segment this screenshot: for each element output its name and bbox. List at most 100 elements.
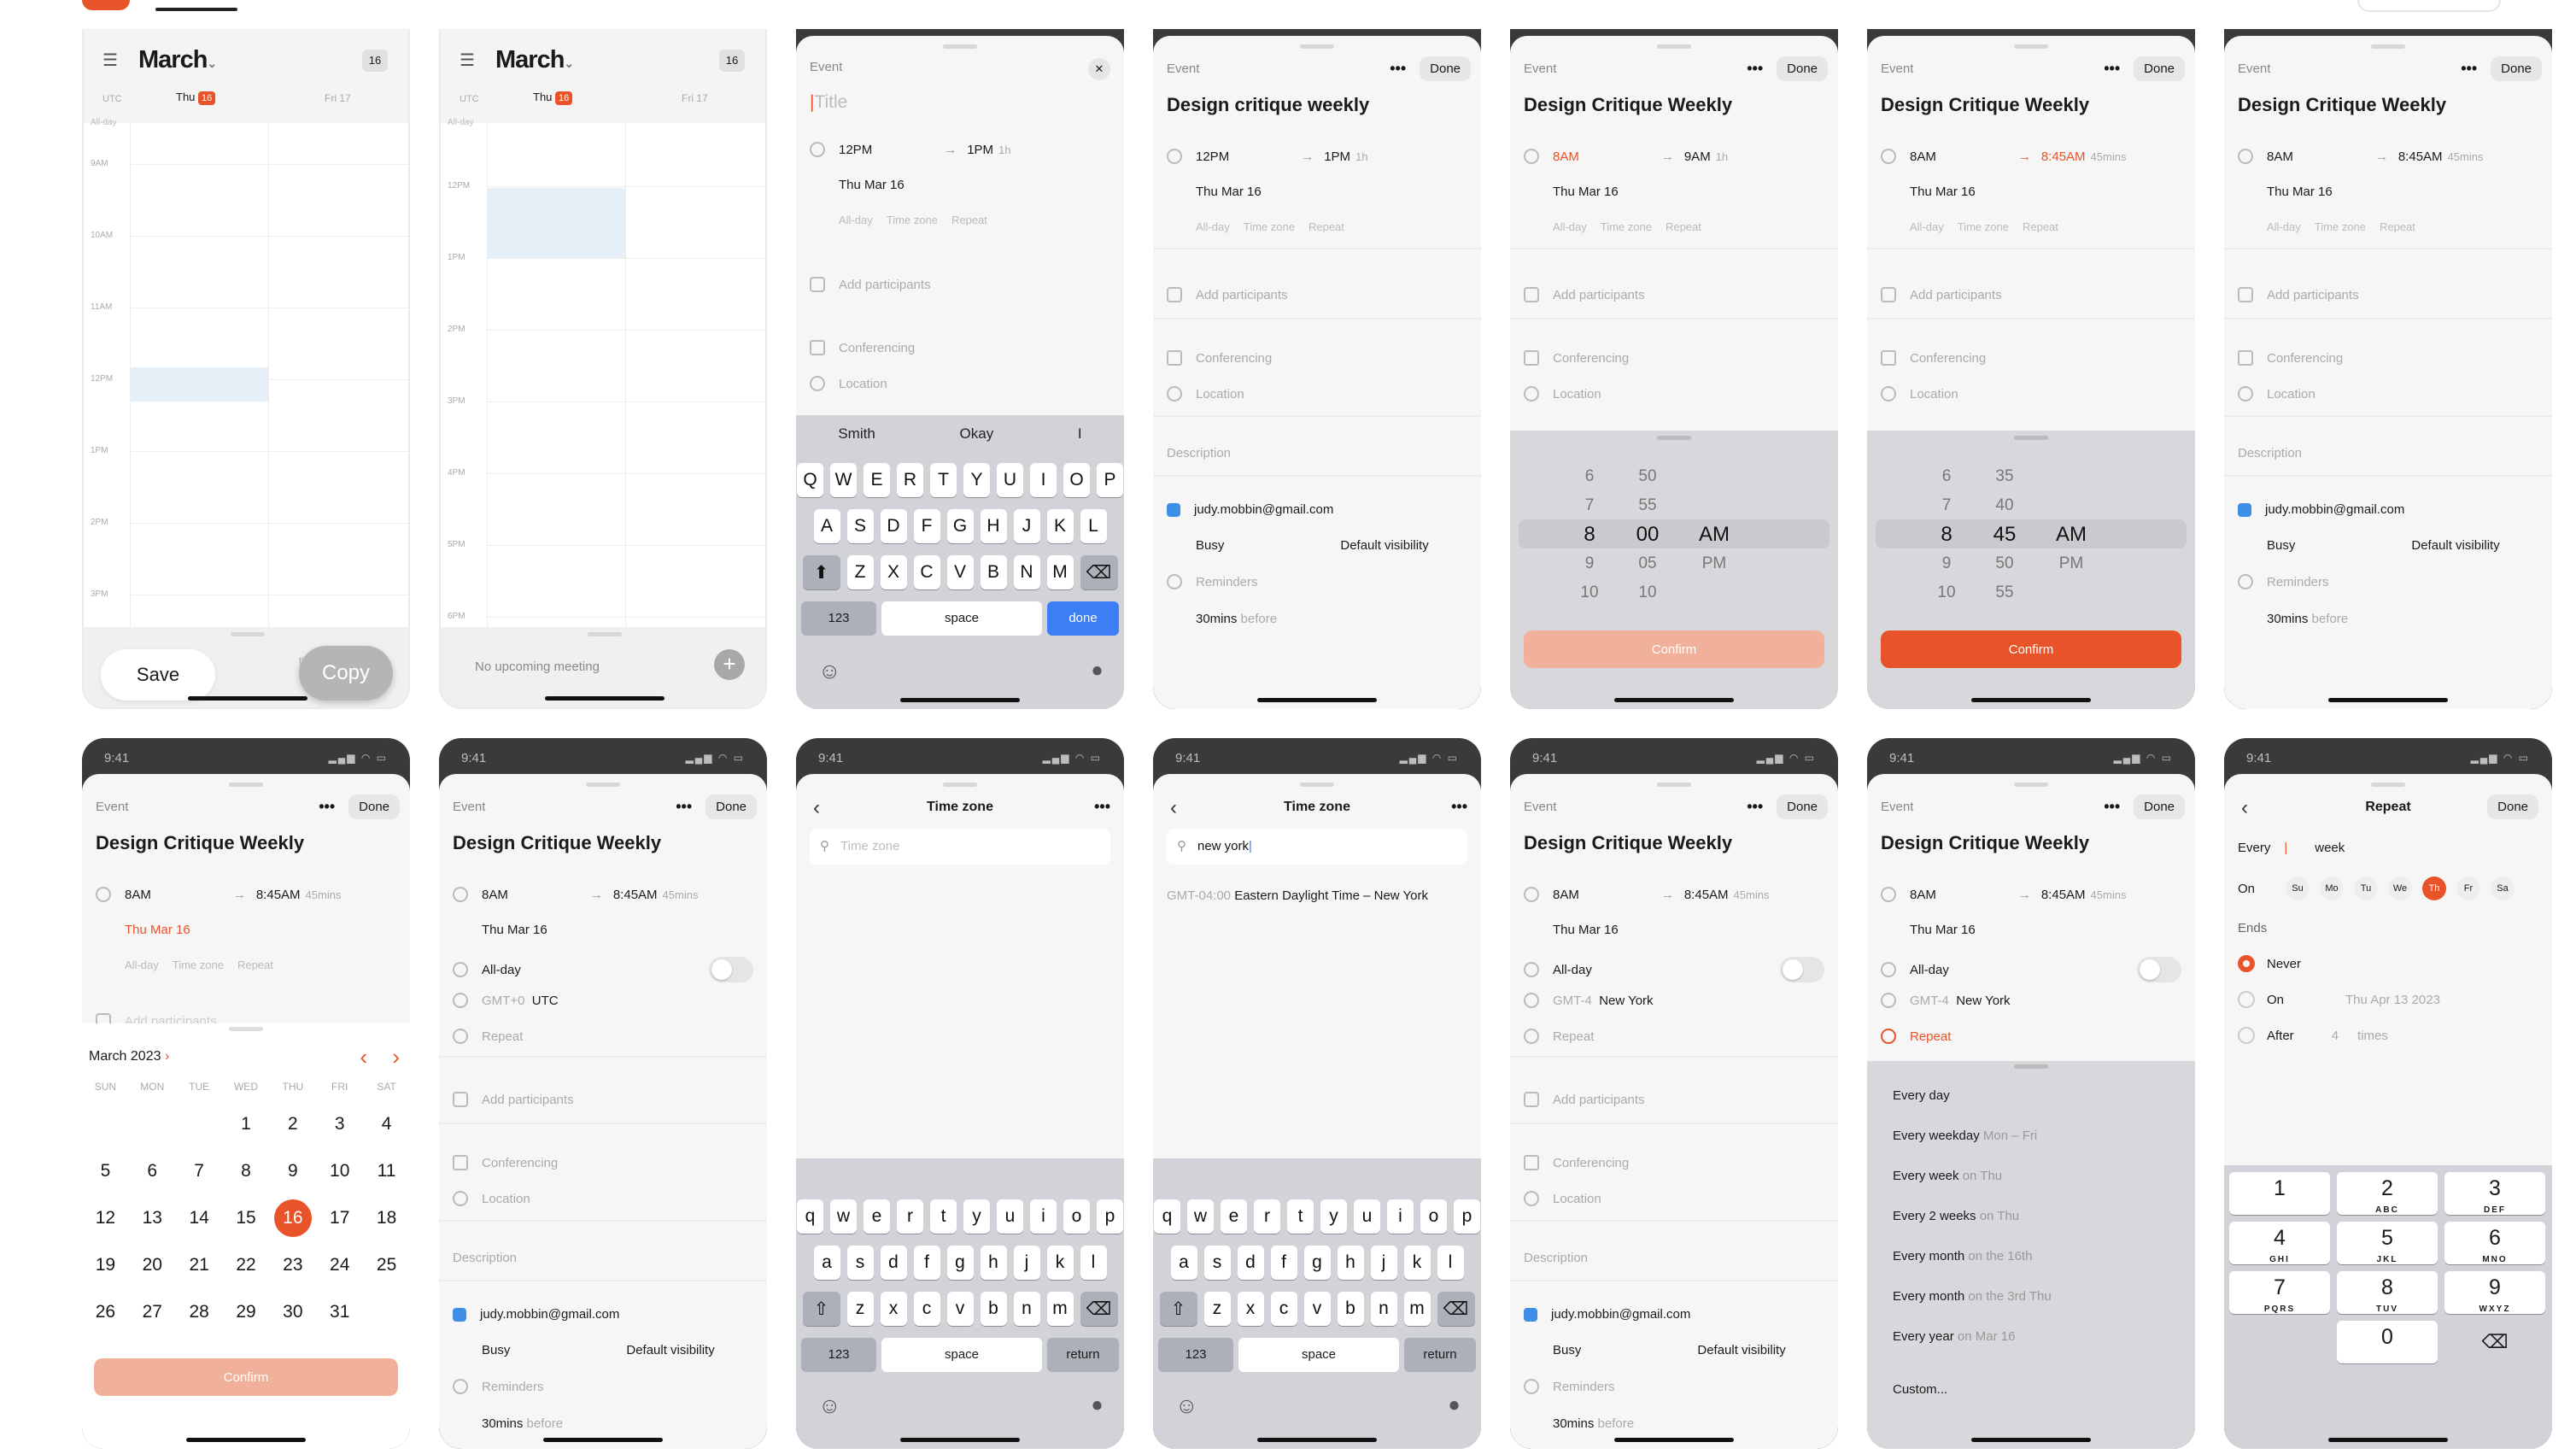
shift-key[interactable]: ⬆ xyxy=(802,555,840,589)
digit-key-5[interactable]: 5 JKL xyxy=(2337,1222,2438,1264)
start-time[interactable]: 8AM xyxy=(1553,150,1579,164)
event-title[interactable]: Design Critique Weekly xyxy=(1524,94,1732,116)
done-button[interactable]: Done xyxy=(2134,794,2185,819)
today-badge[interactable]: 16 xyxy=(719,50,745,72)
time-picker[interactable]: 6 7 8 9 10 35 40 45 50 55 AM PM Confirm xyxy=(1867,431,2195,709)
calendar-account[interactable]: judy.mobbin@gmail.com xyxy=(1194,502,1333,517)
calendar-day[interactable]: 11 xyxy=(363,1147,410,1194)
picker-hour[interactable]: 9 xyxy=(1925,550,1968,577)
key-f[interactable]: F xyxy=(913,509,940,543)
backspace-key[interactable]: ⌫ xyxy=(2444,1321,2545,1363)
key-a[interactable]: a xyxy=(1170,1246,1197,1280)
key-y[interactable]: y xyxy=(963,1199,990,1234)
calendar-day[interactable]: 18 xyxy=(363,1194,410,1241)
menu-icon[interactable]: ☰ xyxy=(102,50,118,71)
selected-slot[interactable] xyxy=(487,188,625,258)
picker-minute[interactable]: 45 xyxy=(1983,521,2026,548)
key-b[interactable]: b xyxy=(1337,1292,1364,1326)
picker-minute[interactable]: 05 xyxy=(1626,550,1669,577)
picker-minute[interactable]: 55 xyxy=(1983,579,2026,607)
conferencing-option[interactable]: Conferencing xyxy=(839,341,915,355)
shift-key[interactable]: ⇧ xyxy=(1159,1292,1197,1326)
suggestion[interactable]: Okay xyxy=(960,425,994,443)
key-j[interactable]: j xyxy=(1370,1246,1397,1280)
calendar-day[interactable]: 7 xyxy=(176,1147,223,1194)
digit-key-0[interactable]: 0 xyxy=(2337,1321,2438,1363)
timezone-result[interactable]: GMT-04:00 Eastern Daylight Time – New Yo… xyxy=(1167,888,1428,903)
calendar-day[interactable]: 26 xyxy=(82,1288,129,1335)
repeat-option[interactable]: Every day xyxy=(1893,1088,1950,1103)
month-title[interactable]: March⌄ xyxy=(495,46,574,74)
calendar-day[interactable]: 24 xyxy=(316,1241,363,1288)
picker-minute[interactable]: 35 xyxy=(1983,463,2026,490)
key-t[interactable]: T xyxy=(930,463,957,497)
key-m[interactable]: M xyxy=(1046,555,1074,589)
more-icon[interactable]: ••• xyxy=(1094,798,1110,816)
repeat-option[interactable]: Every week on Thu xyxy=(1893,1169,2002,1183)
calendar-day[interactable]: 8 xyxy=(223,1147,270,1194)
key-m[interactable]: m xyxy=(1046,1292,1074,1326)
weekday-toggle-th[interactable]: Th xyxy=(2422,877,2446,900)
backspace-key[interactable]: ⌫ xyxy=(1437,1292,1475,1326)
confirm-button[interactable]: Confirm xyxy=(94,1358,398,1396)
digit-key-1[interactable]: 1 xyxy=(2229,1172,2330,1215)
weekday-toggle-sa[interactable]: Sa xyxy=(2491,877,2515,900)
backspace-key[interactable]: ⌫ xyxy=(1080,555,1118,589)
calendar-day[interactable]: 31 xyxy=(316,1288,363,1335)
key-q[interactable]: Q xyxy=(797,463,823,497)
reminder-value[interactable]: 30mins xyxy=(1196,612,1237,626)
description-field[interactable]: Description xyxy=(1167,446,1467,460)
key-w[interactable]: w xyxy=(830,1199,857,1234)
done-button[interactable]: Done xyxy=(705,794,757,819)
digit-key-7[interactable]: 7 PQRS xyxy=(2229,1271,2330,1314)
key-t[interactable]: t xyxy=(930,1199,957,1234)
emoji-icon[interactable]: ☺ xyxy=(818,1392,841,1419)
picker-minute[interactable]: 50 xyxy=(1626,463,1669,490)
timezone-option[interactable]: Time zone xyxy=(887,214,938,226)
location-option[interactable]: Location xyxy=(839,377,887,391)
repeat-option[interactable]: Repeat xyxy=(1308,220,1344,233)
digit-key-3[interactable]: 3 DEF xyxy=(2444,1172,2545,1215)
event-date[interactable]: Thu Mar 16 xyxy=(839,178,1110,192)
key-b[interactable]: B xyxy=(980,555,1007,589)
event-title[interactable]: Design Critique Weekly xyxy=(96,832,304,854)
calendar-day[interactable]: 17 xyxy=(316,1194,363,1241)
repeat-option[interactable]: Every month on the 3rd Thu xyxy=(1893,1289,2052,1304)
digit-key-9[interactable]: 9 WXYZ xyxy=(2444,1271,2545,1314)
key-y[interactable]: Y xyxy=(963,463,990,497)
digit-key-2[interactable]: 2 ABC xyxy=(2337,1172,2438,1215)
key-f[interactable]: f xyxy=(1270,1246,1297,1280)
day-header-thu[interactable]: Thu 16 xyxy=(176,91,216,105)
calendar-day[interactable]: 5 xyxy=(82,1147,129,1194)
picker-ampm[interactable]: AM xyxy=(2050,521,2093,548)
key-q[interactable]: q xyxy=(797,1199,823,1234)
key-g[interactable]: G xyxy=(946,509,974,543)
key-t[interactable]: t xyxy=(1287,1199,1314,1234)
key-x[interactable]: x xyxy=(880,1292,907,1326)
key-k[interactable]: k xyxy=(1046,1246,1074,1280)
more-icon[interactable]: ••• xyxy=(2104,60,2120,78)
end-time[interactable]: 8:45AM xyxy=(2041,150,2086,164)
key-e[interactable]: E xyxy=(864,463,890,497)
key-c[interactable]: c xyxy=(1270,1292,1297,1326)
key-x[interactable]: X xyxy=(880,555,907,589)
key-p[interactable]: p xyxy=(1097,1199,1123,1234)
space-key[interactable]: space xyxy=(1238,1338,1399,1372)
end-time[interactable]: 1PM xyxy=(967,143,993,157)
more-icon[interactable]: ••• xyxy=(1747,798,1763,816)
key-s[interactable]: S xyxy=(846,509,874,543)
calendar-month-label[interactable]: March 2023 › xyxy=(89,1049,169,1064)
calendar-day[interactable]: 19 xyxy=(82,1241,129,1288)
today-badge[interactable]: 16 xyxy=(362,50,388,72)
key-r[interactable]: R xyxy=(897,463,923,497)
calendar-day[interactable]: 4 xyxy=(363,1100,410,1147)
close-icon[interactable]: ✕ xyxy=(1088,58,1110,80)
picker-minute[interactable]: 10 xyxy=(1626,579,1669,607)
key-o[interactable]: o xyxy=(1420,1199,1447,1234)
done-button[interactable]: Done xyxy=(2491,56,2542,81)
key-w[interactable]: W xyxy=(830,463,857,497)
calendar-day[interactable]: 30 xyxy=(269,1288,316,1335)
location-option[interactable]: Location xyxy=(1196,387,1244,402)
ends-on-radio[interactable] xyxy=(2238,991,2255,1008)
picker-hour[interactable]: 10 xyxy=(1568,579,1611,607)
